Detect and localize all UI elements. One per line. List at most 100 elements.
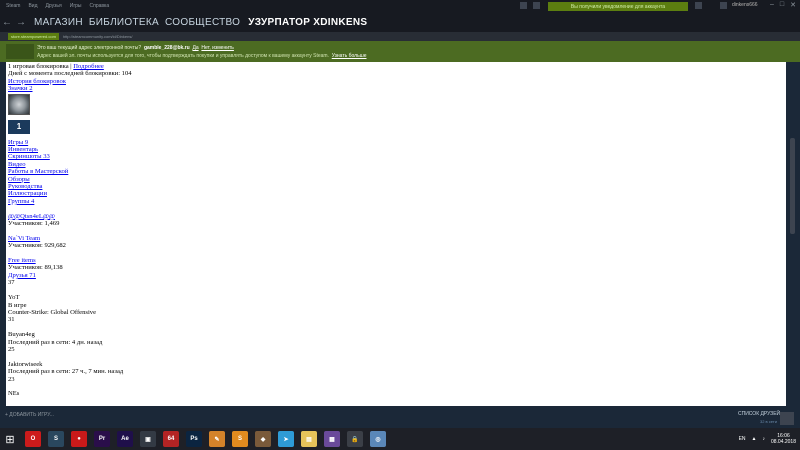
- group-members: Участников: 89,138: [8, 264, 63, 272]
- videos-link[interactable]: Видео: [8, 161, 26, 168]
- premiere-icon[interactable]: Pr: [94, 431, 110, 447]
- aftereffects-icon[interactable]: Ae: [117, 431, 133, 447]
- notification-icon[interactable]: [695, 2, 702, 9]
- game-icon[interactable]: ◆: [255, 431, 271, 447]
- forward-arrow-icon[interactable]: →: [14, 17, 28, 28]
- volume-icon[interactable]: ♪: [762, 436, 765, 442]
- steam-icon[interactable]: S: [48, 431, 64, 447]
- notification-banner[interactable]: Вы получили уведомление для аккаунта: [548, 2, 688, 11]
- guides-link[interactable]: Руководства: [8, 183, 42, 190]
- email-yes-link[interactable]: Да: [192, 45, 198, 51]
- clock[interactable]: 16:06 08.04.2018: [771, 433, 796, 445]
- nav-store[interactable]: МАГАЗИН: [34, 17, 83, 28]
- browser-icon[interactable]: ◎: [370, 431, 386, 447]
- window-controls: – □ ✕: [770, 1, 796, 9]
- close-button[interactable]: ✕: [790, 1, 796, 9]
- system-tray: EN ▲ ♪ 16:06 08.04.2018: [739, 428, 800, 450]
- friend-name[interactable]: NEs: [8, 390, 786, 397]
- friends-link[interactable]: Друзья 71: [8, 272, 36, 279]
- menu-games[interactable]: Игры: [70, 3, 82, 9]
- friend-status: Последний раз в сети: 27 ч., 7 мин. наза…: [8, 368, 124, 376]
- email-change-link[interactable]: Нет, изменить: [201, 45, 234, 51]
- network-icon[interactable]: ▲: [752, 436, 757, 442]
- media-icon[interactable]: ▣: [140, 431, 156, 447]
- sublime-icon[interactable]: S: [232, 431, 248, 447]
- online-count: 32 в сети: [760, 419, 777, 424]
- friend-game: Counter-Strike: Global Offensive: [8, 308, 97, 316]
- paint-icon[interactable]: ✎: [209, 431, 225, 447]
- lock-icon[interactable]: 🔒: [347, 431, 363, 447]
- friend-level: 37: [8, 279, 15, 287]
- telegram-icon[interactable]: ➤: [278, 431, 294, 447]
- back-arrow-icon[interactable]: ←: [0, 17, 14, 28]
- friend-name[interactable]: Buyan4eg: [8, 331, 786, 338]
- record-icon[interactable]: ●: [71, 431, 87, 447]
- menu-friends[interactable]: Друзья: [46, 3, 62, 9]
- friends-icon[interactable]: [780, 412, 794, 425]
- domain-chip: store.steampowered.com: [8, 33, 59, 40]
- email-icon: [6, 44, 34, 59]
- email-address: gamble_228@bk.ru: [143, 45, 190, 51]
- friend-level: 25: [8, 345, 15, 353]
- ban-history-link[interactable]: История блокировок: [8, 78, 66, 85]
- friend-status: В игре: [8, 301, 27, 309]
- opera-icon[interactable]: O: [25, 431, 41, 447]
- workshop-link[interactable]: Работы в Мастерской: [8, 168, 68, 175]
- badges-link[interactable]: Значки 2: [8, 85, 33, 92]
- group-link[interactable]: Na`Vi Team: [8, 235, 40, 242]
- friend-status: Последний раз в сети: 4 дн. назад: [8, 338, 103, 346]
- nav-profile[interactable]: УЗУРПАТОР XDINKENS: [248, 17, 367, 28]
- taskbar: ⊞ O S ● Pr Ae ▣ 64 Ps ✎ S ◆ ➤ ▤ ▦ 🔒 ◎ EN ▲ ♪ 16:06 08.0…: [0, 428, 800, 450]
- menu-help[interactable]: Справка: [90, 3, 110, 9]
- sixtyfour-icon[interactable]: 64: [163, 431, 179, 447]
- inventory-link[interactable]: Инвентарь: [8, 146, 38, 153]
- menu-steam[interactable]: Steam: [6, 3, 20, 9]
- scrollbar-thumb[interactable]: [790, 138, 795, 234]
- maximize-button[interactable]: □: [780, 1, 784, 9]
- scrollbar-track[interactable]: [786, 62, 800, 406]
- language-indicator[interactable]: EN: [739, 436, 746, 442]
- add-game-button[interactable]: + ДОБАВИТЬ ИГРУ...: [5, 412, 54, 418]
- username[interactable]: dinkens666: [732, 2, 758, 8]
- groups-link[interactable]: Группы 4: [8, 198, 34, 205]
- profile-content: 1 игровая блокировка | Подробнее Дней с …: [6, 62, 786, 406]
- group-link[interactable]: @@Qtsn4eL@@: [8, 213, 55, 220]
- friend-level: 23: [8, 375, 15, 383]
- email-question-text: Это ваш текущий адрес электронной почты?: [37, 45, 142, 51]
- folder-icon[interactable]: ▤: [301, 431, 317, 447]
- friend-name[interactable]: YoT: [8, 294, 786, 301]
- windows-start-icon[interactable]: ⊞: [2, 431, 18, 447]
- bottom-bar: + ДОБАВИТЬ ИГРУ... СПИСОК ДРУЗЕЙ 32 в се…: [0, 406, 800, 428]
- minimize-button[interactable]: –: [770, 1, 774, 9]
- ban-details-link[interactable]: Подробнее: [73, 63, 104, 70]
- nav-library[interactable]: БИБЛИОТЕКА: [89, 17, 159, 28]
- screenshots-link[interactable]: Скриншоты 33: [8, 153, 50, 160]
- artwork-link[interactable]: Иллюстрации: [8, 190, 47, 197]
- photoshop-icon[interactable]: Ps: [186, 431, 202, 447]
- days-since-ban: Дней с момента последней блокировки: 104: [8, 70, 132, 78]
- url-text[interactable]: http://steamcommunity.com/id/Dinkens/: [63, 34, 133, 39]
- email-description: Адрес вашей эл. почты используется для т…: [37, 53, 367, 59]
- bell-icon[interactable]: [533, 2, 540, 9]
- email-confirm-bar: Это ваш текущий адрес электронной почты?…: [0, 41, 800, 62]
- archive-icon[interactable]: ▦: [324, 431, 340, 447]
- menu-view[interactable]: Вид: [28, 3, 37, 9]
- nav-community[interactable]: СООБЩЕСТВО: [165, 17, 240, 28]
- learn-more-link[interactable]: Узнать больше: [332, 53, 367, 59]
- reviews-link[interactable]: Обзоры: [8, 176, 30, 183]
- group-link[interactable]: Free items: [8, 257, 36, 264]
- group-members: Участников: 929,682: [8, 242, 66, 250]
- friends-list-button[interactable]: СПИСОК ДРУЗЕЙ: [738, 411, 780, 417]
- ban-text: 1 игровая блокировка |: [8, 63, 72, 70]
- level-badge[interactable]: 1: [8, 119, 30, 134]
- games-link[interactable]: Игры 9: [8, 139, 28, 146]
- nav-bar: ← → МАГАЗИН БИБЛИОТЕКА СООБЩЕСТВО УЗУРПА…: [0, 12, 800, 32]
- ban-line: 1 игровая блокировка | Подробнее: [8, 63, 786, 70]
- badge-image[interactable]: [8, 93, 30, 115]
- email-question: Это ваш текущий адрес электронной почты?…: [37, 45, 234, 51]
- avatar[interactable]: [720, 2, 727, 9]
- menu-bar: Steam Вид Друзья Игры Справка: [0, 3, 109, 9]
- friend-name[interactable]: Jaktorwiseek: [8, 361, 786, 368]
- chat-icon[interactable]: [520, 2, 527, 9]
- email-description-text: Адрес вашей эл. почты используется для т…: [37, 53, 329, 59]
